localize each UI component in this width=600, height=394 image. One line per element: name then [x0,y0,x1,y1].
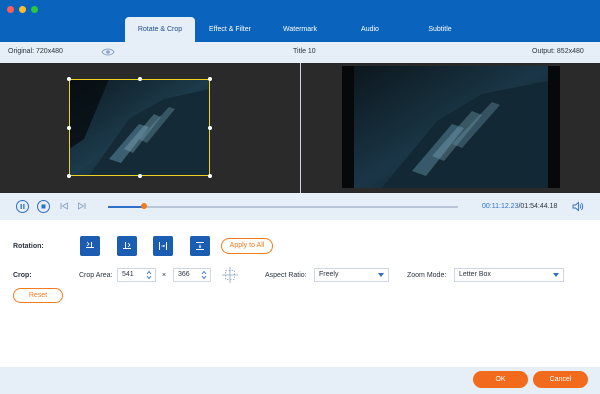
crop-handle-top-right[interactable] [208,77,212,81]
tab-rotate-crop[interactable]: Rotate & Crop [125,17,195,42]
crop-handle-top[interactable] [138,77,142,81]
close-window-button[interactable] [7,6,14,13]
title-label: Title 10 [293,48,316,55]
crop-height-value: 366 [178,271,190,278]
crop-selection-box[interactable] [69,79,210,176]
apply-to-all-button[interactable]: Apply to All [221,238,273,254]
eye-icon[interactable] [101,46,115,58]
current-time: 00:11:12.23 [482,203,519,210]
crop-handle-bottom-left[interactable] [67,174,71,178]
output-video-frame [342,66,560,188]
zoom-mode-value: Letter Box [459,271,491,278]
zoom-mode-select[interactable]: Letter Box [454,268,564,282]
maximize-window-button[interactable] [31,6,38,13]
flip-horizontal-button[interactable] [153,236,173,256]
crop-width-value: 541 [122,271,134,278]
center-crop-icon[interactable] [221,266,239,284]
progress-fill [108,206,144,208]
tab-subtitle[interactable]: Subtitle [405,17,475,42]
crop-area-label: Crop Area: [79,272,113,279]
crop-handle-bottom-right[interactable] [208,174,212,178]
chevron-down-icon [378,273,384,277]
rotate-right-button[interactable] [117,236,137,256]
info-bar: Original: 720x480 Title 10 Output: 852x4… [0,42,600,63]
preview-divider [300,63,301,193]
ok-button[interactable]: OK [473,371,528,388]
crop-height-stepper-icon[interactable] [201,270,207,280]
reset-button[interactable]: Reset [13,288,63,303]
chevron-down-icon [553,273,559,277]
zoom-mode-label: Zoom Mode: [407,272,447,279]
rotate-left-button[interactable] [80,236,100,256]
output-size-label: Output: 852x480 [532,48,584,55]
tab-effect-filter[interactable]: Effect & Filter [195,17,265,42]
cancel-button[interactable]: Cancel [533,371,588,388]
original-size-label: Original: 720x480 [8,48,63,55]
tab-bar: Rotate & Crop Effect & Filter Watermark … [125,17,475,42]
aspect-ratio-select[interactable]: Freely [314,268,389,282]
previous-frame-icon[interactable] [59,201,69,211]
minimize-window-button[interactable] [19,6,26,13]
tab-audio[interactable]: Audio [335,17,405,42]
crop-handle-left[interactable] [67,126,71,130]
crop-width-input[interactable]: 541 [117,268,156,282]
total-time: /01:54:44.18 [518,203,558,210]
times-sign: × [162,272,167,279]
crop-label: Crop: [13,272,32,279]
crop-height-input[interactable]: 366 [173,268,211,282]
tab-watermark[interactable]: Watermark [265,17,335,42]
next-frame-icon[interactable] [77,201,87,211]
time-display: 00:11:12.23/01:54:44.18 [482,203,557,210]
volume-icon[interactable] [572,201,584,212]
crop-width-stepper-icon[interactable] [146,270,152,280]
pause-button[interactable] [16,200,29,213]
progress-track[interactable] [108,206,458,208]
progress-knob[interactable] [141,203,147,209]
crop-handle-right[interactable] [208,126,212,130]
aspect-ratio-label: Aspect Ratio: [265,272,307,279]
flip-vertical-button[interactable] [190,236,210,256]
rotation-label: Rotation: [13,243,44,250]
stop-button[interactable] [37,200,50,213]
crop-handle-bottom[interactable] [138,174,142,178]
crop-handle-top-left[interactable] [67,77,71,81]
aspect-ratio-value: Freely [319,271,339,278]
